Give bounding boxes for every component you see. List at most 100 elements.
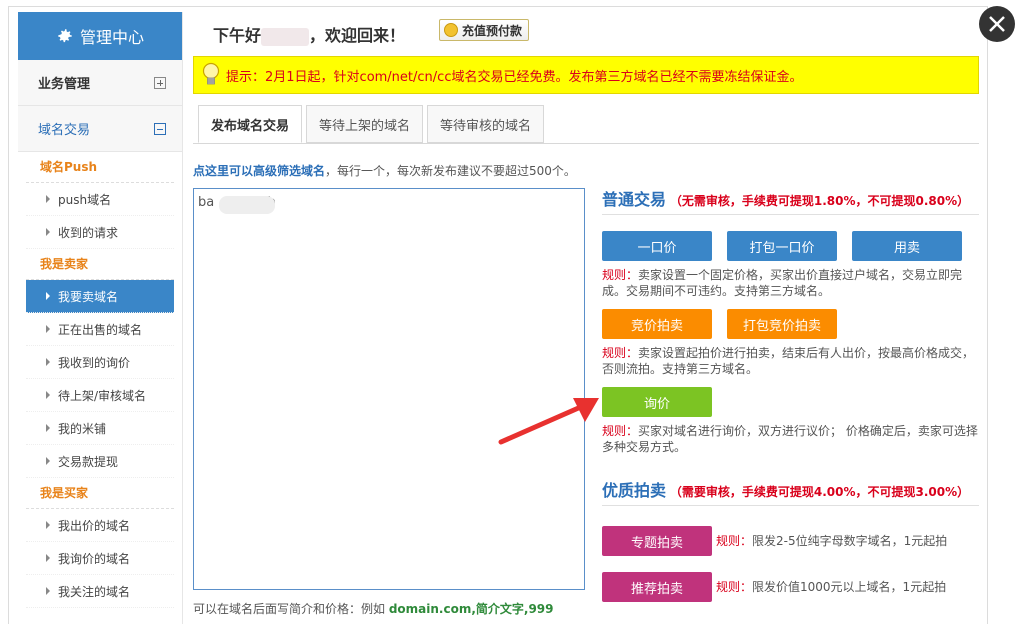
lease-sell-button[interactable]: 用卖 (852, 231, 962, 261)
fixed-price-button[interactable]: 一口价 (602, 231, 712, 261)
sidebar-item-my-inquiries[interactable]: 我询价的域名 (26, 542, 174, 575)
normal-trade-header: 普通交易 （无需审核，手续费可提现1.80%，不可提现0.80%） (602, 186, 979, 215)
sidebar-item-label: 我的米铺 (58, 421, 107, 436)
coin-icon (444, 23, 458, 37)
close-button[interactable] (979, 6, 1015, 42)
rule-text: 买家对域名进行询价，双方进行议价； 价格确定后，卖家可选择多种交易方式。 (602, 424, 978, 454)
fixed-price-buttons: 一口价 打包一口价 用卖 (602, 231, 979, 261)
sidebar-group-business[interactable]: 业务管理 (18, 60, 182, 106)
hint-text: ，每行一个，每次新发布建议不要超过500个。 (325, 164, 576, 178)
sidebar-title: 管理中心 (79, 28, 144, 47)
caret-right-icon (46, 457, 50, 465)
sidebar-item-pending-review[interactable]: 待上架/审核域名 (26, 379, 174, 412)
sidebar-item-label: 我关注的域名 (58, 584, 131, 599)
inquiry-rule: 规则：买家对域名进行询价，双方进行议价； 价格确定后，卖家可选择多种交易方式。 (602, 423, 979, 455)
caret-right-icon (46, 195, 50, 203)
advanced-filter-link[interactable]: 点这里可以高级筛选域名 (193, 164, 325, 178)
section-domain-push: 域名Push (26, 152, 174, 183)
sidebar-item-selling[interactable]: 正在出售的域名 (26, 313, 174, 346)
inquiry-buttons: 询价 (602, 387, 979, 417)
caret-right-icon (46, 521, 50, 529)
auction-button[interactable]: 竞价拍卖 (602, 309, 712, 339)
sidebar-item-label: 我询价的域名 (58, 551, 131, 566)
premium-auction-title: 优质拍卖 (602, 481, 667, 500)
sidebar-item-my-bids[interactable]: 我出价的域名 (26, 509, 174, 542)
rule-label: 规则： (716, 580, 753, 594)
greeting: 下午好 ，欢迎回来！ (213, 22, 405, 46)
topic-auction-row: 专题拍卖 规则：限发2-5位纯字母数字域名，1元起拍 (602, 526, 979, 556)
rule-text: 卖家设置一个固定价格，买家出价直接过户域名，交易立即完成。交易期间不可违约。支持… (602, 268, 963, 298)
caret-right-icon (46, 292, 50, 300)
rule-label: 规则： (602, 424, 639, 438)
minus-icon[interactable] (154, 122, 166, 135)
recommended-auction-button[interactable]: 推荐拍卖 (602, 572, 712, 602)
sidebar-group-label: 业务管理 (38, 77, 91, 92)
recharge-button[interactable]: 充值预付款 (439, 19, 530, 41)
redacted-domain (219, 196, 275, 214)
sidebar-item-label: 我收到的询价 (58, 355, 131, 370)
sidebar-item-push-domain[interactable]: push域名 (26, 183, 174, 216)
notice-text: 提示：2月1日起，针对com/net/cn/cc域名交易已经免费。发布第三方域名… (226, 69, 803, 85)
inquiry-button[interactable]: 询价 (602, 387, 712, 417)
bundle-auction-button[interactable]: 打包竞价拍卖 (727, 309, 837, 339)
greeting-suffix: ，欢迎回来！ (309, 26, 406, 45)
sidebar-group-label: 域名交易 (38, 123, 91, 138)
tab-divider (193, 143, 979, 144)
sidebar-item-received-requests[interactable]: 收到的请求 (26, 216, 174, 249)
sidebar-item-label: 待上架/审核域名 (58, 388, 147, 403)
tab-bar: 发布域名交易 等待上架的域名 等待审核的域名 (198, 105, 548, 143)
trade-options-panel: 普通交易 （无需审核，手续费可提现1.80%，不可提现0.80%） 一口价 打包… (602, 186, 979, 618)
sidebar-item-label: 收到的请求 (58, 225, 119, 240)
sidebar-item-label: 交易款提现 (58, 454, 119, 469)
fixed-price-rule: 规则：卖家设置一个固定价格，买家出价直接过户域名，交易立即完成。交易期间不可违约… (602, 267, 979, 299)
auction-rule: 规则：卖家设置起拍价进行拍卖，结束后有人出价，按最高价格成交，否则流拍。支持第三… (602, 345, 979, 377)
redacted-username (261, 27, 310, 46)
sidebar-item-label: 我出价的域名 (58, 518, 131, 533)
premium-auction-header: 优质拍卖 （需要审核，手续费可提现4.00%，不可提现3.00%） (602, 477, 979, 506)
format-hint-text: 可以在域名后面写简介和价格：例如 (193, 602, 389, 616)
normal-trade-title: 普通交易 (602, 190, 667, 209)
domain-list-textarea[interactable] (193, 188, 585, 590)
sidebar-item-my-shop[interactable]: 我的米铺 (26, 412, 174, 445)
caret-right-icon (46, 391, 50, 399)
recommended-auction-row: 推荐拍卖 规则：限发价值1000元以上域名，1元起拍 (602, 572, 979, 602)
tab-publish[interactable]: 发布域名交易 (198, 105, 303, 143)
sidebar-item-watched[interactable]: 我关注的域名 (26, 575, 174, 608)
sidebar-header: 管理中心 (18, 12, 182, 60)
caret-right-icon (46, 587, 50, 595)
caret-right-icon (46, 325, 50, 333)
close-icon (989, 16, 1005, 32)
auction-buttons: 竞价拍卖 打包竞价拍卖 (602, 309, 979, 339)
filter-hint: 点这里可以高级筛选域名，每行一个，每次新发布建议不要超过500个。 (193, 162, 576, 179)
sidebar-item-sell-domain[interactable]: 我要卖域名 (26, 280, 174, 313)
topic-auction-rule: 规则：限发2-5位纯字母数字域名，1元起拍 (716, 533, 947, 549)
section-buyer: 我是买家 (26, 478, 174, 509)
bundle-fixed-price-button[interactable]: 打包一口价 (727, 231, 837, 261)
red-arrow-icon (498, 398, 599, 445)
sidebar-item-label: push域名 (58, 192, 112, 207)
rule-label: 规则： (602, 268, 639, 282)
caret-right-icon (46, 424, 50, 432)
normal-trade-subtitle: （无需审核，手续费可提现1.80%，不可提现0.80%） (669, 194, 970, 208)
tab-waiting-list[interactable]: 等待上架的域名 (306, 105, 424, 143)
sidebar-item-withdraw[interactable]: 交易款提现 (26, 445, 174, 478)
notice-banner: 提示：2月1日起，针对com/net/cn/cc域名交易已经免费。发布第三方域名… (193, 56, 979, 94)
caret-right-icon (46, 554, 50, 562)
rule-text: 限发价值1000元以上域名，1元起拍 (752, 580, 947, 594)
sidebar-item-inquiries-received[interactable]: 我收到的询价 (26, 346, 174, 379)
topic-auction-button[interactable]: 专题拍卖 (602, 526, 712, 556)
plus-icon[interactable] (154, 76, 166, 89)
caret-right-icon (46, 228, 50, 236)
caret-right-icon (46, 358, 50, 366)
sidebar: 管理中心 业务管理 域名交易 域名Push push域名 收到的请求 我是卖家 … (18, 12, 183, 624)
format-example: domain.com,简介文字,999 (388, 602, 554, 616)
premium-auction-subtitle: （需要审核，手续费可提现4.00%，不可提现3.00%） (669, 485, 970, 499)
sidebar-item-label: 我要卖域名 (58, 289, 119, 304)
tab-waiting-review[interactable]: 等待审核的域名 (427, 105, 545, 143)
rule-text: 限发2-5位纯字母数字域名，1元起拍 (752, 534, 948, 548)
recommended-auction-rule: 规则：限发价值1000元以上域名，1元起拍 (716, 579, 946, 595)
sidebar-group-domain-trade[interactable]: 域名交易 (18, 106, 182, 152)
rule-text: 卖家设置起拍价进行拍卖，结束后有人出价，按最高价格成交，否则流拍。支持第三方域名… (602, 346, 975, 376)
rule-label: 规则： (602, 346, 639, 360)
greeting-prefix: 下午好 (213, 26, 262, 45)
